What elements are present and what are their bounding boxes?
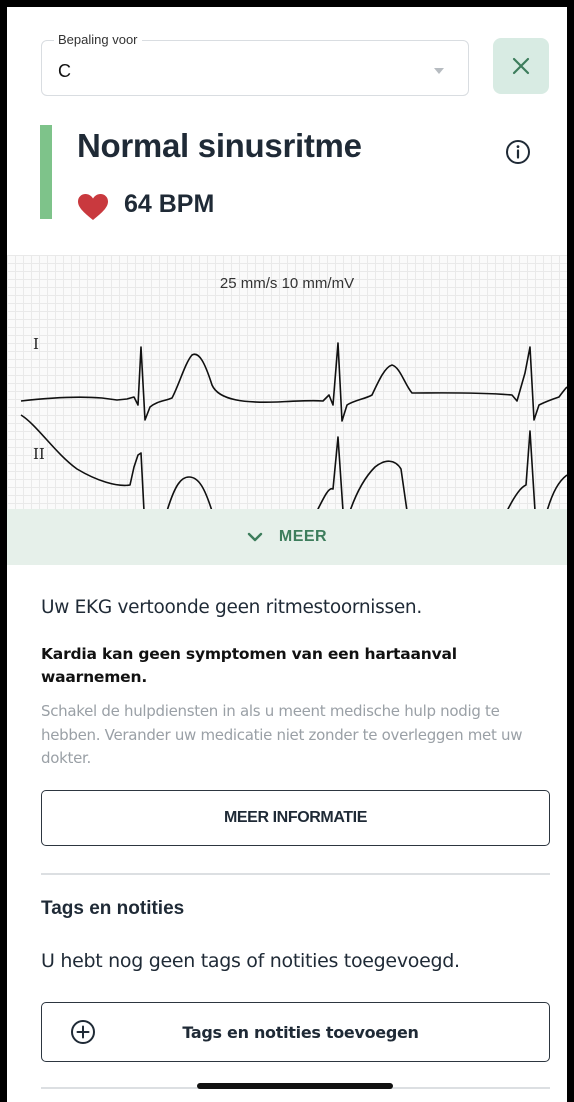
ecg-trace-lead-i [20, 342, 567, 422]
section-divider [41, 873, 550, 875]
more-info-label: MEER INFORMATIE [223, 809, 368, 826]
app-screen: Bepaling voor C Normal sinusritme 64 BPM… [7, 7, 567, 1102]
select-label: Bepaling voor [54, 32, 142, 47]
more-info-button[interactable]: MEER INFORMATIE [41, 790, 550, 846]
tags-section-title: Tags en notities [41, 898, 185, 919]
ecg-waveform [20, 342, 567, 511]
warning-body: Schakel de hulpdiensten in als u meent m… [41, 702, 523, 767]
recording-for-select[interactable]: Bepaling voor C [41, 32, 469, 96]
result-title: Normal sinusritme [77, 127, 362, 164]
caret-down-icon [434, 68, 444, 74]
heart-rate: 64 BPM [124, 190, 215, 218]
plus-circle-icon [71, 1020, 95, 1044]
ecg-trace-lead-ii [20, 414, 567, 511]
add-tags-label: Tags en notities toevoegen [182, 1022, 419, 1042]
analysis-summary: Uw EKG vertoonde geen ritmestoornissen. [41, 597, 422, 618]
close-icon [512, 57, 530, 75]
warning-title: Kardia kan geen symptomen van een hartaa… [41, 645, 457, 686]
show-more-button[interactable]: MEER [7, 509, 567, 565]
close-button[interactable] [493, 38, 549, 94]
result-accent-bar [40, 125, 52, 219]
add-tags-button[interactable]: Tags en notities toevoegen [41, 1002, 550, 1062]
home-indicator [197, 1083, 393, 1089]
ecg-strip[interactable]: 25 mm/s 10 mm/mV I II [7, 255, 567, 511]
tags-empty-text: U hebt nog geen tags of notities toegevo… [41, 950, 460, 972]
heart-icon [78, 194, 108, 220]
select-value: C [58, 61, 71, 81]
info-icon[interactable] [505, 139, 531, 165]
show-more-label: MEER [278, 528, 328, 545]
chevron-down-icon [247, 532, 263, 542]
